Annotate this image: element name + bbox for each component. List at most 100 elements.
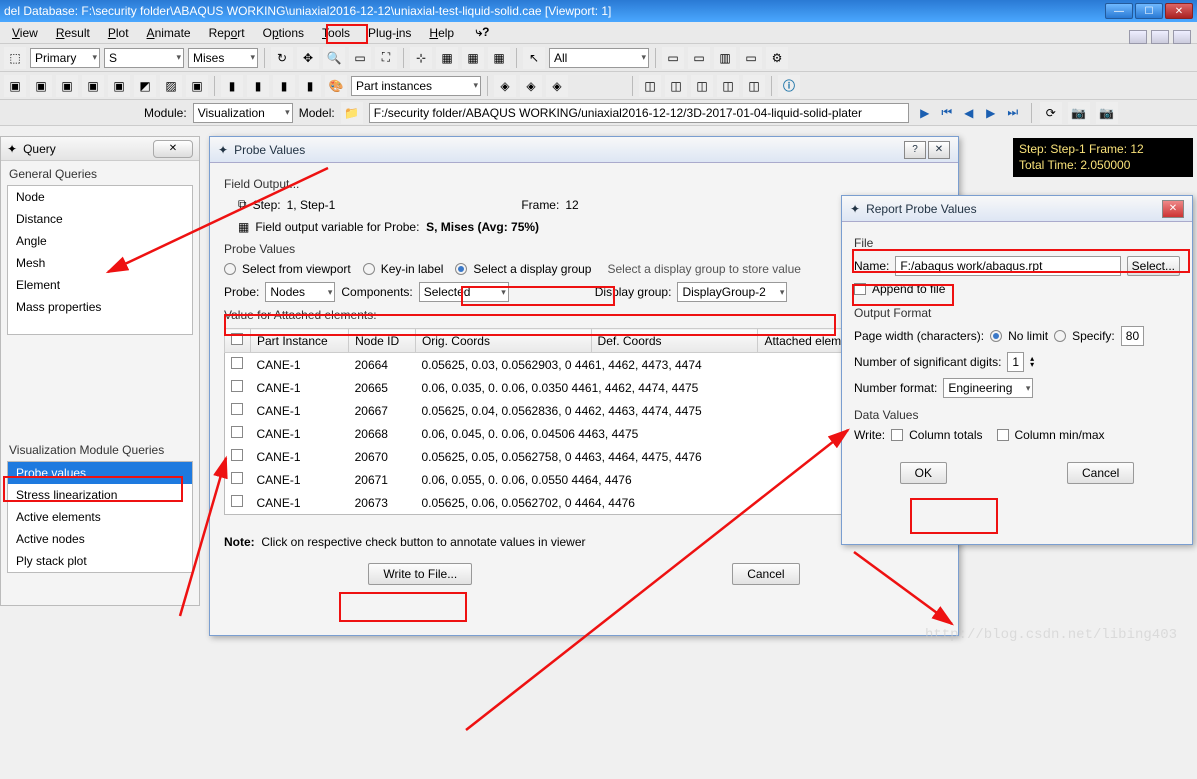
list-item[interactable]: Distance <box>8 208 192 230</box>
first-button[interactable]: ⏮ <box>937 104 957 122</box>
gear-icon[interactable]: ⚙ <box>766 47 788 69</box>
table-row[interactable]: CANE-1206680.06, 0.045, 0. 0.06, 0.04506… <box>225 422 944 445</box>
primary-combo[interactable]: Primary <box>30 48 100 68</box>
sync-icon[interactable]: ⟳ <box>1040 102 1062 124</box>
row-check[interactable] <box>231 495 243 507</box>
model-path[interactable]: F:/security folder/ABAQUS WORKING/uniaxi… <box>369 103 909 123</box>
zoom-box-icon[interactable]: ▭ <box>349 47 371 69</box>
field-output-label[interactable]: Field Output... <box>224 177 944 191</box>
list-item[interactable]: Node <box>8 186 192 208</box>
list-item[interactable]: Mesh <box>8 252 192 274</box>
bound-icon[interactable]: ⬚ <box>4 47 26 69</box>
row-check[interactable] <box>231 380 243 392</box>
t2-icon-4[interactable]: ▣ <box>82 75 104 97</box>
t2-icon-3[interactable]: ▣ <box>56 75 78 97</box>
menu-result[interactable]: Result <box>48 24 98 42</box>
specify-field[interactable]: 80 <box>1121 326 1144 346</box>
module-combo[interactable]: Visualization <box>193 103 293 123</box>
menu-tools[interactable]: Tools <box>314 24 358 42</box>
cube-blue-3[interactable]: ◫ <box>691 75 713 97</box>
list-item[interactable]: Stress linearization <box>8 484 192 506</box>
append-checkbox[interactable] <box>854 283 866 295</box>
list-item[interactable]: Element <box>8 274 192 296</box>
report-cancel-button[interactable]: Cancel <box>1067 462 1134 484</box>
cube-blue-4[interactable]: ◫ <box>717 75 739 97</box>
component-combo[interactable]: Mises <box>188 48 258 68</box>
ok-button[interactable]: OK <box>900 462 947 484</box>
sigdigits-field[interactable]: 1 <box>1007 352 1024 372</box>
display-group-combo[interactable]: DisplayGroup-2 <box>677 282 787 302</box>
grid-icon[interactable]: ▦ <box>488 47 510 69</box>
camera-icon-1[interactable]: 📷 <box>1068 102 1090 124</box>
list-item[interactable]: Mass properties <box>8 296 192 318</box>
pan-icon[interactable]: ✥ <box>297 47 319 69</box>
iso-icon-1[interactable]: ◈ <box>494 75 516 97</box>
palette-icon[interactable]: 🎨 <box>325 75 347 97</box>
probe-help-button[interactable]: ? <box>904 141 926 159</box>
menu-plot[interactable]: Plot <box>100 24 137 42</box>
probe-close-button[interactable]: ✕ <box>928 141 950 159</box>
probe-combo[interactable]: Nodes <box>265 282 335 302</box>
context-help-icon[interactable]: ⤷? <box>464 23 497 42</box>
minimize-button[interactable]: — <box>1105 3 1133 19</box>
t2-icon-1[interactable]: ▣ <box>4 75 26 97</box>
number-format-combo[interactable]: Engineering <box>943 378 1033 398</box>
t2-icon-11[interactable]: ▮ <box>273 75 295 97</box>
col-nodeid[interactable]: Node ID <box>349 329 416 353</box>
rotate-icon[interactable]: ↻ <box>271 47 293 69</box>
column-minmax-checkbox[interactable] <box>997 429 1009 441</box>
prev-button[interactable]: ◀ <box>959 104 979 122</box>
cube1-icon[interactable]: ▦ <box>436 47 458 69</box>
spinner-icon[interactable]: ▴▾ <box>1030 356 1034 367</box>
plate-icon[interactable]: ▭ <box>740 47 762 69</box>
cube-blue-1[interactable]: ◫ <box>639 75 661 97</box>
menu-help[interactable]: Help <box>421 24 462 42</box>
menu-options[interactable]: Options <box>255 24 312 42</box>
all-combo[interactable]: All <box>549 48 649 68</box>
row-check[interactable] <box>231 403 243 415</box>
radio-specify[interactable] <box>1054 330 1066 342</box>
axis-icon[interactable]: ⊹ <box>410 47 432 69</box>
radio-nolimit[interactable] <box>990 330 1002 342</box>
t2-icon-7[interactable]: ▨ <box>160 75 182 97</box>
box1-icon[interactable]: ▭ <box>662 47 684 69</box>
row-check[interactable] <box>231 426 243 438</box>
report-close-button[interactable]: ✕ <box>1162 200 1184 218</box>
info-icon[interactable]: ⓘ <box>778 75 800 97</box>
mini-close[interactable] <box>1173 30 1191 44</box>
cube2-icon[interactable]: ▦ <box>462 47 484 69</box>
radio-display-group[interactable] <box>455 263 467 275</box>
table-row[interactable]: CANE-1206640.05625, 0.03, 0.0562903, 0 4… <box>225 353 944 377</box>
column-totals-checkbox[interactable] <box>891 429 903 441</box>
menu-animate[interactable]: Animate <box>139 24 199 42</box>
t2-icon-10[interactable]: ▮ <box>247 75 269 97</box>
table-row[interactable]: CANE-1206700.05625, 0.05, 0.0562758, 0 4… <box>225 445 944 468</box>
camera-icon-2[interactable]: 📷 <box>1096 102 1118 124</box>
select-button[interactable]: Select... <box>1127 256 1180 276</box>
col-orig[interactable]: Orig. Coords <box>415 329 591 353</box>
t2-icon-9[interactable]: ▮ <box>221 75 243 97</box>
list-item[interactable]: Ply stack plot <box>8 550 192 572</box>
menu-plugins[interactable]: Plug-ins <box>360 24 419 42</box>
variable-combo[interactable]: S <box>104 48 184 68</box>
row-check[interactable] <box>231 357 243 369</box>
box2-icon[interactable]: ▭ <box>688 47 710 69</box>
mini-restore[interactable] <box>1151 30 1169 44</box>
row-check[interactable] <box>231 472 243 484</box>
part-instances-combo[interactable]: Part instances <box>351 76 481 96</box>
iso-icon-3[interactable]: ◈ <box>546 75 568 97</box>
menu-view[interactable]: View <box>4 24 46 42</box>
t2-icon-6[interactable]: ◩ <box>134 75 156 97</box>
header-check[interactable] <box>231 333 243 345</box>
table-row[interactable]: CANE-1206710.06, 0.055, 0. 0.06, 0.0550 … <box>225 468 944 491</box>
cube-blue-5[interactable]: ◫ <box>743 75 765 97</box>
query-close-button[interactable]: ✕ <box>153 140 193 158</box>
menu-report[interactable]: Report <box>201 24 253 42</box>
t2-icon-8[interactable]: ▣ <box>186 75 208 97</box>
table-row[interactable]: CANE-1206650.06, 0.035, 0. 0.06, 0.0350 … <box>225 376 944 399</box>
table-row[interactable]: CANE-1206670.05625, 0.04, 0.0562836, 0 4… <box>225 399 944 422</box>
list-item-probe-values[interactable]: Probe values <box>8 462 192 484</box>
write-to-file-button[interactable]: Write to File... <box>368 563 472 585</box>
radio-keyin[interactable] <box>363 263 375 275</box>
arrow-icon[interactable]: ↖ <box>523 47 545 69</box>
